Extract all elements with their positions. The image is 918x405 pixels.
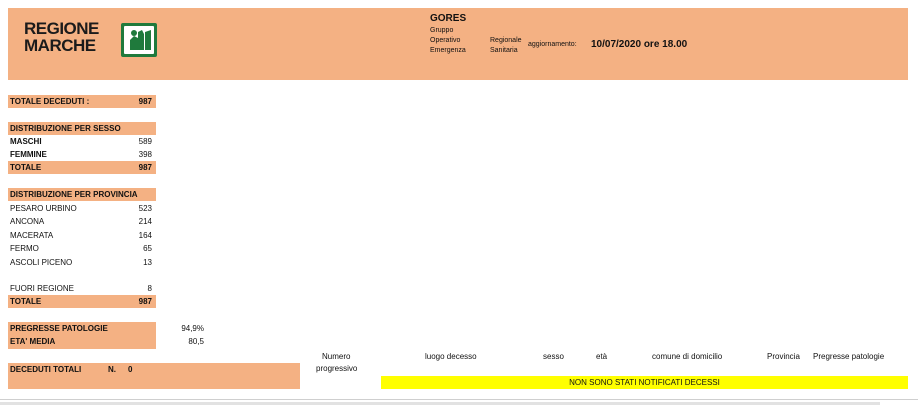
sesso-label: MASCHI [10,137,42,146]
provincia-label: PESARO URBINO [10,204,77,213]
header-col2: Regionale Sanitaria [490,36,522,56]
provincia-label: ANCONA [10,217,45,226]
update-value: 10/07/2020 ore 18.00 [591,39,688,50]
col-header-eta: età [596,352,608,361]
totale-deceduti-value: 987 [138,97,152,106]
update-label: aggiornamento: [528,41,577,48]
provincia-value: 13 [143,258,152,267]
col-header-numero: Numero [322,352,351,361]
provincia-row: MACERATA 164 [8,229,156,242]
provincia-label: ASCOLI PICENO [10,258,73,267]
provincia-value: 164 [138,231,152,240]
sesso-total-row: TOTALE 987 [8,161,156,174]
provincia-total-row: TOTALE 987 [8,295,156,308]
header-col1: Gruppo Operativo Emergenza [430,26,466,56]
deceduti-totali-label: DECEDUTI TOTALI [10,365,82,374]
logo-line2: MARCHE [24,36,96,55]
provincia-row: ANCONA 214 [8,215,156,228]
provincia-title: DISTRIBUZIONE PER PROVINCIA [10,190,138,199]
provincia-label: FERMO [10,244,39,253]
provincia-value: 523 [138,204,152,213]
bottom-divider [0,399,918,400]
totale-deceduti-row: TOTALE DECEDUTI : 987 [8,95,156,108]
sesso-label: FEMMINE [10,150,47,159]
sesso-total-label: TOTALE [10,163,42,172]
sesso-value: 398 [138,150,152,159]
provincia-total-label: TOTALE [10,297,42,306]
regione-marche-logo: REGIONE MARCHE [24,20,164,60]
sesso-row: FEMMINE 398 [8,148,156,161]
sesso-section-title: DISTRIBUZIONE PER SESSO [8,122,156,135]
header-col1-line: Gruppo [430,27,454,34]
header-col2-line: Sanitaria [490,47,518,54]
provincia-total-value: 987 [138,297,152,306]
sesso-value: 589 [138,137,152,146]
logo-line1: REGIONE [24,19,99,38]
provincia-row: ASCOLI PICENO 13 [8,256,156,269]
col-header-patologie: Pregresse patologie [813,352,885,361]
col-header-provincia: Provincia [767,352,800,361]
deceduti-totali-n-label: N. [108,365,116,374]
header-col2-line: Regionale [490,37,522,44]
col-header-progressivo: progressivo [316,364,358,373]
header-col1-line: Emergenza [430,47,466,54]
header-title: GORES [430,13,467,24]
provincia-row: PESARO URBINO 523 [8,202,156,215]
sesso-total-value: 987 [138,163,152,172]
patologie-value: 94,9% [181,324,204,333]
empty-table-message: NON SONO STATI NOTIFICATI DECESSI [381,376,908,389]
sesso-title: DISTRIBUZIONE PER SESSO [10,124,121,133]
marche-emblem-icon [121,23,157,57]
fuori-regione-row: FUORI REGIONE 8 [8,282,156,295]
provincia-value: 214 [138,217,152,226]
provincia-row: FERMO 65 [8,242,156,255]
sesso-row: MASCHI 589 [8,135,156,148]
patologie-label: PREGRESSE PATOLOGIE [10,324,108,333]
deceduti-totali-n-value: 0 [128,365,133,374]
col-header-sesso: sesso [543,352,564,361]
provincia-value: 65 [143,244,152,253]
provincia-label: MACERATA [10,231,54,240]
eta-media-label: ETA' MEDIA [10,337,56,346]
fuori-regione-value: 8 [147,284,152,293]
provincia-section-title: DISTRIBUZIONE PER PROVINCIA [8,188,156,201]
header-col1-line: Operativo [430,37,461,44]
totale-deceduti-label: TOTALE DECEDUTI : [10,97,90,106]
col-header-luogo: luogo decesso [425,352,477,361]
eta-media-value: 80,5 [188,337,204,346]
fuori-regione-label: FUORI REGIONE [10,284,75,293]
col-header-comune: comune di domicilio [652,352,723,361]
